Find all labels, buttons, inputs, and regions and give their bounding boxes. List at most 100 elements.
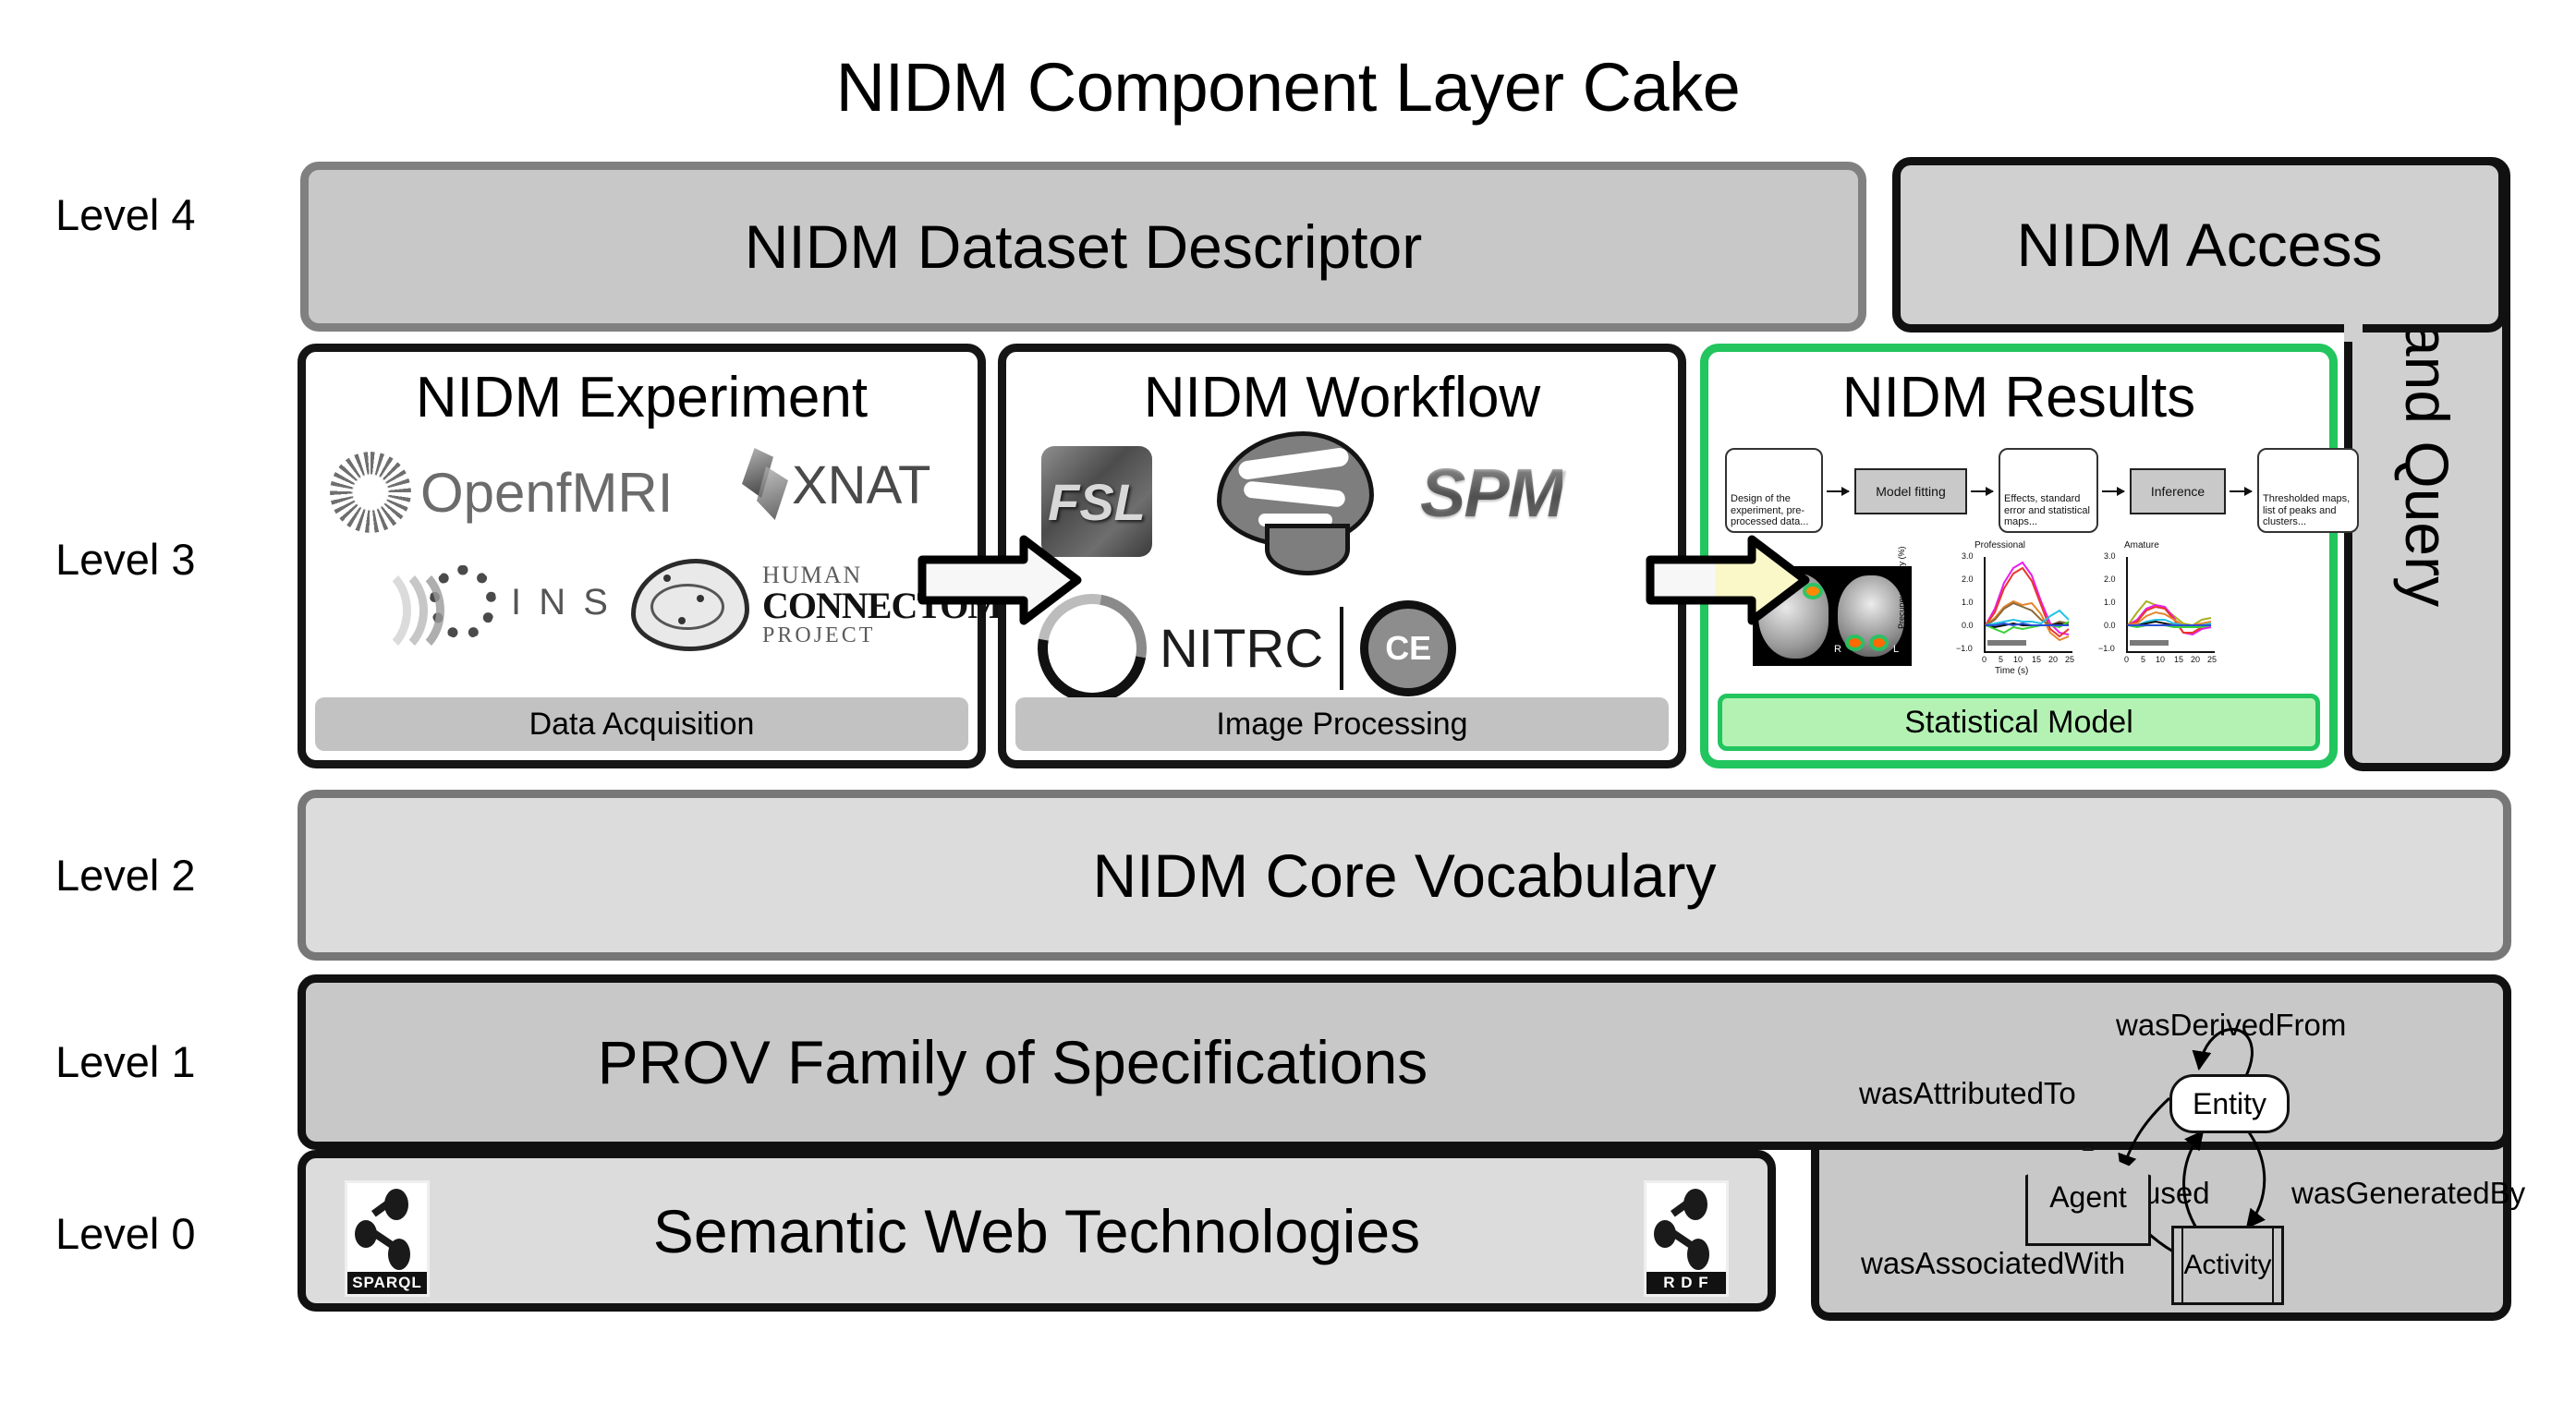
nidm-experiment-footer: Data Acquisition: [315, 697, 968, 751]
plot-amature-xtick-5: 25: [2207, 655, 2218, 664]
nidm-workflow-title: NIDM Workflow: [1143, 366, 1541, 429]
nidm-results-title: NIDM Results: [1841, 366, 2196, 429]
semantic-web-technologies-label: Semantic Web Technologies: [652, 1196, 1421, 1265]
nidm-dataset-descriptor-label: NIDM Dataset Descriptor: [744, 212, 1423, 281]
plot-amature-xtick-4: 20: [2191, 655, 2201, 664]
nidm-workflow-box[interactable]: NIDM Workflow FSL SPM NITRC CE Image Pro…: [998, 344, 1686, 768]
level-label-2: Level 2: [55, 851, 196, 900]
prov-node-entity-label: Entity: [2192, 1086, 2267, 1120]
arrow-experiment-to-workflow: [917, 535, 1082, 625]
plot-professional-ylabel: Precuneus activity (%): [1897, 546, 1906, 629]
plot-amature-ytick-3: 0.0: [2104, 621, 2116, 630]
nidm-access-label: NIDM Access: [2016, 211, 2383, 279]
nipype-brain-logo: [1217, 431, 1374, 575]
prov-node-activity: Activity: [2171, 1226, 2284, 1305]
plot-amature-ytick-4: −1.0: [2098, 644, 2115, 653]
semantic-web-technologies-box[interactable]: SPARQL Semantic Web Technologies R D F: [298, 1150, 1776, 1312]
pipeline-arrow-4: [2230, 487, 2253, 496]
hcp-brain-icon: [631, 559, 749, 651]
nidm-dataset-descriptor-box[interactable]: NIDM Dataset Descriptor: [300, 162, 1866, 332]
pipeline-arrow-2: [1971, 487, 1994, 496]
nidm-access-box[interactable]: NIDM Access: [1892, 157, 2507, 333]
page-title: NIDM Component Layer Cake: [835, 49, 1741, 126]
arrow-workflow-to-results: [1646, 535, 1810, 625]
prov-node-entity: Entity: [2169, 1074, 2290, 1133]
rdf-logo: R D F: [1644, 1180, 1729, 1297]
xnat-mark-icon: [733, 448, 797, 522]
and-query-label: and Query: [2393, 321, 2461, 607]
prov-edge-wasattributedto: wasAttributedTo: [1859, 1076, 2076, 1110]
prov-family-label: PROV Family of Specifications: [597, 1028, 1428, 1096]
prov-graph: wasDerivedFrom wasAttributedTo used wasG…: [1811, 974, 2525, 1321]
level-label-0: Level 0: [55, 1209, 196, 1258]
brain-label-right: R: [1834, 644, 1841, 655]
plot-amature-xtick-3: 15: [2174, 655, 2184, 664]
plot-professional-ytick-1: 2.0: [1962, 575, 1974, 584]
level-label-4: Level 4: [55, 190, 196, 239]
nitrc-logo-label: NITRC: [1160, 618, 1324, 679]
pipeline-arrow-3: [2102, 487, 2125, 496]
plot-amature-ytick-2: 1.0: [2104, 598, 2116, 607]
nidm-results-footer: Statistical Model: [1718, 694, 2320, 751]
pipeline-step-thresholded-label: Thresholded maps, list of peaks and clus…: [2263, 493, 2351, 528]
plot-amature-yaxis: [2126, 557, 2128, 653]
nidm-core-vocabulary-box[interactable]: NIDM Core Vocabulary: [298, 790, 2511, 961]
plot-professional-xlabel: Time (s): [1995, 666, 2029, 676]
plot-professional: Professional Precuneus activity (%) 3.0 …: [1897, 540, 2076, 681]
plot-professional-xaxis: [1984, 651, 2072, 653]
sparql-logo: SPARQL: [345, 1180, 430, 1297]
spm-logo: SPM: [1420, 454, 1564, 532]
spm-logo-label: SPM: [1420, 454, 1564, 531]
plot-amature: Amature 3.0 2.0 1.0 0.0 −1.0 0 5 10 15 2…: [2089, 540, 2218, 681]
lshape-join-mask: [2344, 277, 2363, 342]
nitrc-ce-label: CE: [1385, 629, 1432, 667]
nidm-experiment-title: NIDM Experiment: [415, 366, 869, 429]
prov-edge-wasassociatedwith: wasAssociatedWith: [1861, 1246, 2126, 1280]
fsl-logo-label: FSL: [1048, 472, 1146, 531]
plot-professional-xtick-3: 15: [2032, 655, 2042, 664]
nidm-results-pipeline: Design of the experiment, pre-processed …: [1725, 444, 2359, 535]
plot-professional-yaxis: [1984, 557, 1986, 653]
pipeline-arrow-1: [1827, 487, 1850, 496]
nidm-core-vocabulary-label: NIDM Core Vocabulary: [1092, 841, 1717, 910]
xnat-logo: XNAT: [733, 448, 930, 522]
pipeline-step-thresholded: Thresholded maps, list of peaks and clus…: [2257, 448, 2359, 533]
plot-amature-title: Amature: [2124, 540, 2159, 550]
pipeline-step-effects-label: Effects, standard error and statistical …: [2004, 493, 2090, 528]
plot-professional-ytick-2: 1.0: [1962, 598, 1974, 607]
plot-professional-ytick-0: 3.0: [1962, 551, 1974, 561]
level-label-3: Level 3: [55, 535, 196, 584]
prov-edge-wasderivedfrom: wasDerivedFrom: [2116, 1008, 2347, 1042]
plot-amature-xtick-1: 5: [2141, 655, 2146, 664]
plot-professional-xtick-1: 5: [1999, 655, 2004, 664]
prov-edge-used: used: [2144, 1176, 2210, 1210]
brain-label-left: L: [1893, 644, 1900, 655]
plot-professional-xtick-5: 25: [2065, 655, 2075, 664]
plot-professional-title: Professional: [1975, 540, 2026, 550]
plot-professional-xtick-4: 20: [2048, 655, 2059, 664]
plot-professional-xtick-2: 10: [2013, 655, 2023, 664]
pipeline-step-model-fitting-label: Model fitting: [1876, 484, 1946, 499]
nidm-experiment-box[interactable]: NIDM Experiment OpenfMRI XNAT I N S HUMA…: [298, 344, 1027, 768]
pipeline-step-inference-label: Inference: [2150, 484, 2205, 499]
prov-edge-wasgeneratedby: wasGeneratedBy: [2291, 1176, 2526, 1210]
prov-node-agent-label: Agent: [2049, 1179, 2127, 1214]
ins-logo: I N S: [330, 562, 612, 659]
pipeline-step-design-label: Design of the experiment, pre-processed …: [1731, 493, 1809, 528]
openfmri-logo-label: OpenfMRI: [420, 461, 674, 524]
pipeline-step-model-fitting: Model fitting: [1854, 468, 1967, 514]
ins-arcs-icon: [330, 562, 444, 659]
plot-professional-ytick-4: −1.0: [1956, 644, 1973, 653]
xnat-logo-label: XNAT: [792, 454, 931, 515]
sparql-graph-icon: [347, 1187, 427, 1270]
nitrc-divider: [1340, 607, 1344, 690]
sparql-logo-label: SPARQL: [347, 1272, 427, 1294]
nitrc-logo: NITRC CE: [1015, 572, 1457, 725]
plot-amature-xaxis: [2126, 651, 2215, 653]
plot-amature-ytick-1: 2.0: [2104, 575, 2116, 584]
plot-amature-xtick-0: 0: [2124, 655, 2130, 664]
plot-professional-xtick-0: 0: [1982, 655, 1987, 664]
pipeline-step-effects: Effects, standard error and statistical …: [1999, 448, 2098, 533]
plot-professional-stim-bar: [1987, 640, 2026, 646]
ins-logo-label: I N S: [511, 581, 612, 623]
